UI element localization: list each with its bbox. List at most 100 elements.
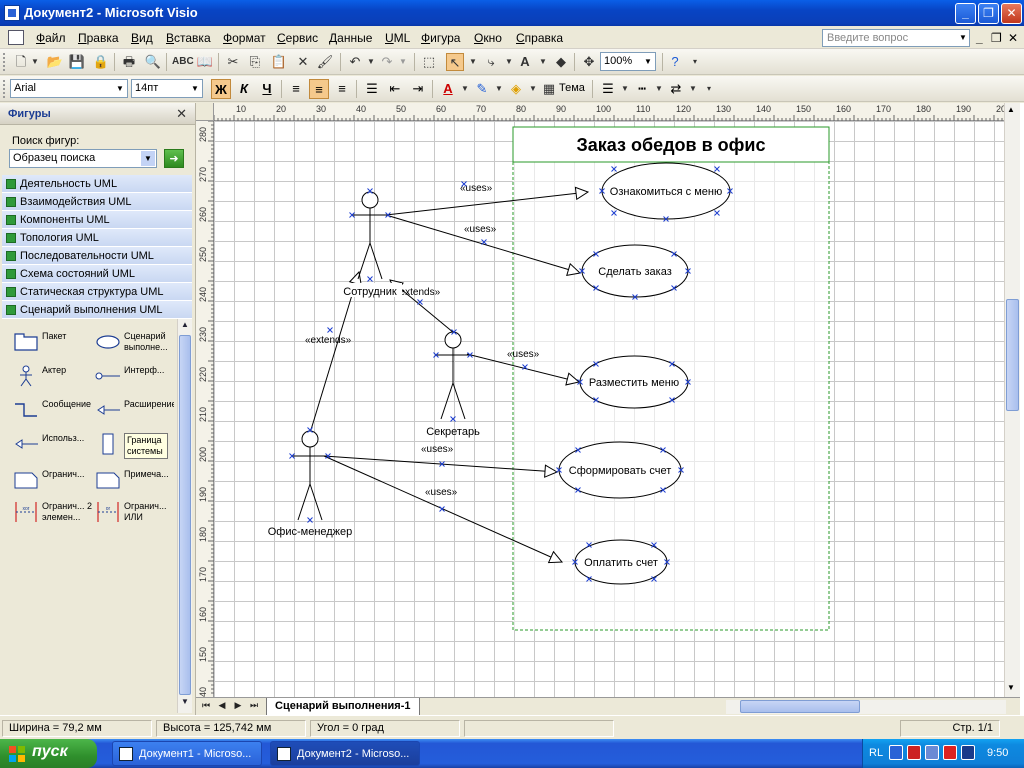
- master-actor[interactable]: Актер: [6, 361, 92, 391]
- shapes-scrollbar[interactable]: ▲ ▼: [177, 319, 192, 713]
- stencil-collaboration[interactable]: Взаимодействия UML: [2, 193, 192, 211]
- underline-button[interactable]: Ч: [257, 79, 277, 99]
- theme-icon[interactable]: ▦: [540, 80, 558, 98]
- theme-button[interactable]: Тема: [559, 82, 585, 94]
- line-ends-icon[interactable]: ⇄: [666, 79, 686, 99]
- language-indicator[interactable]: RL: [869, 747, 883, 759]
- fill-color-icon[interactable]: ◈: [506, 79, 526, 99]
- master-interface[interactable]: Интерф...: [88, 361, 174, 391]
- master-package[interactable]: Пакет: [6, 327, 92, 357]
- page-tab[interactable]: Сценарий выполнения-1: [266, 698, 420, 716]
- chevron-down-icon[interactable]: ▼: [141, 151, 155, 166]
- menu-shape[interactable]: Фигура: [421, 31, 460, 45]
- master-uses[interactable]: Использ...: [6, 429, 92, 459]
- close-button[interactable]: ✕: [1001, 3, 1022, 24]
- format-painter-icon[interactable]: 🖌: [316, 53, 334, 71]
- align-center-icon[interactable]: ≡: [309, 79, 329, 99]
- font-color-icon[interactable]: A: [438, 79, 458, 99]
- font-size-select[interactable]: 14пт ▼: [131, 79, 203, 98]
- font-select[interactable]: Arial ▼: [10, 79, 128, 98]
- menu-view[interactable]: Вид: [131, 31, 153, 45]
- pan-zoom-icon[interactable]: ✥: [580, 53, 598, 71]
- prev-page-icon[interactable]: ◀: [216, 700, 228, 714]
- display-icon[interactable]: [925, 745, 939, 760]
- use-case-diagram[interactable]: Заказ обедов в офис Ознакомиться с меню …: [214, 121, 1004, 697]
- master-constraint-or[interactable]: or Огранич... ИЛИ: [88, 497, 174, 527]
- cut-icon[interactable]: ✂: [224, 53, 242, 71]
- master-constraint-2[interactable]: xor Огранич... 2 элемен...: [6, 497, 92, 527]
- first-page-icon[interactable]: ⏮: [200, 700, 212, 714]
- security-shield-icon[interactable]: [907, 745, 921, 760]
- stencil-use-case[interactable]: Сценарий выполнения UML: [2, 301, 192, 319]
- master-message[interactable]: Сообщение: [6, 395, 92, 425]
- visio-app-icon[interactable]: [4, 5, 20, 21]
- horizontal-scrollbar[interactable]: [726, 700, 1006, 714]
- doc-minimize-button[interactable]: _: [976, 31, 983, 45]
- menu-uml[interactable]: UML: [385, 31, 410, 45]
- actor-manager[interactable]: Офис-менеджер: [268, 430, 353, 538]
- delete-icon[interactable]: ✕: [294, 53, 312, 71]
- doc-close-button[interactable]: ✕: [1008, 31, 1018, 45]
- menu-file[interactable]: Файл: [36, 31, 66, 45]
- stencil-statechart[interactable]: Схема состояний UML: [2, 265, 192, 283]
- last-page-icon[interactable]: ⏭: [248, 700, 260, 714]
- scroll-down-icon[interactable]: ▼: [179, 697, 191, 711]
- zoom-select[interactable]: 100% ▼: [600, 52, 656, 71]
- toolbar-options-icon[interactable]: ▾: [686, 53, 704, 71]
- chevron-down-icon[interactable]: ▼: [189, 81, 201, 96]
- vertical-scrollbar[interactable]: ▲ ▼: [1004, 103, 1020, 697]
- stencil-component[interactable]: Компоненты UML: [2, 211, 192, 229]
- line-pattern-icon[interactable]: ┅: [632, 79, 652, 99]
- stencil-static-structure[interactable]: Статическая структура UML: [2, 283, 192, 301]
- line-weight-icon[interactable]: ☰: [598, 79, 618, 99]
- toolbar-grip[interactable]: [3, 80, 6, 98]
- use-case-uc1[interactable]: Ознакомиться с меню: [601, 162, 731, 220]
- actor-secretary[interactable]: Секретарь: [426, 331, 480, 438]
- antivirus-icon[interactable]: [943, 745, 957, 760]
- chevron-down-icon[interactable]: ▼: [114, 81, 126, 96]
- stencil-sequence[interactable]: Последовательности UML: [2, 247, 192, 265]
- save-icon[interactable]: 💾: [68, 53, 86, 71]
- close-icon[interactable]: ✕: [176, 106, 187, 122]
- spelling-icon[interactable]: ABC: [172, 53, 194, 71]
- shapes-window-icon[interactable]: ⬚: [420, 53, 438, 71]
- stencil-activity[interactable]: Деятельность UML: [2, 175, 192, 193]
- scroll-up-icon[interactable]: ▲: [1007, 105, 1015, 114]
- help-search-input[interactable]: Введите вопрос ▼: [822, 29, 970, 47]
- research-icon[interactable]: 📖: [196, 53, 214, 71]
- menu-data[interactable]: Данные: [329, 31, 372, 45]
- bold-button[interactable]: Ж: [211, 79, 231, 99]
- master-note[interactable]: Примеча...: [88, 465, 174, 495]
- menu-format[interactable]: Формат: [223, 31, 266, 45]
- menu-help[interactable]: Справка: [516, 31, 563, 45]
- permission-icon[interactable]: 🔒: [92, 53, 110, 71]
- task-document2[interactable]: Документ2 - Microso...: [270, 741, 420, 766]
- master-extends[interactable]: Расширение: [88, 395, 174, 425]
- open-icon[interactable]: 📂: [46, 53, 64, 71]
- start-button[interactable]: пуск: [0, 739, 97, 768]
- stencil-deployment[interactable]: Топология UML: [2, 229, 192, 247]
- search-go-button[interactable]: ➜: [164, 149, 184, 168]
- menu-edit[interactable]: Правка: [78, 31, 119, 45]
- print-icon[interactable]: 🖶: [120, 53, 138, 71]
- next-page-icon[interactable]: ▶: [232, 700, 244, 714]
- menu-tools[interactable]: Сервис: [277, 31, 318, 45]
- italic-button[interactable]: К: [234, 79, 254, 99]
- pointer-tool-icon[interactable]: ↖: [446, 53, 464, 71]
- document-icon[interactable]: [8, 30, 24, 45]
- bullets-icon[interactable]: ☰: [362, 79, 382, 99]
- chevron-down-icon[interactable]: ▼: [957, 30, 969, 46]
- master-use-case[interactable]: Сценарий выполне...: [88, 327, 174, 357]
- decrease-indent-icon[interactable]: ⇤: [385, 79, 405, 99]
- doc-restore-button[interactable]: ❐: [991, 31, 1002, 45]
- scroll-thumb[interactable]: [1006, 299, 1019, 411]
- toolbar-options-icon[interactable]: ▾: [700, 80, 718, 98]
- toolbar-grip[interactable]: [3, 53, 6, 71]
- master-constraint[interactable]: Огранич...: [6, 465, 92, 495]
- stamp-tool-icon[interactable]: ◆: [552, 53, 570, 71]
- scroll-down-icon[interactable]: ▼: [1007, 683, 1015, 692]
- app-tray-icon[interactable]: [961, 745, 975, 760]
- chevron-down-icon[interactable]: ▼: [464, 53, 482, 71]
- menu-insert[interactable]: Вставка: [166, 31, 211, 45]
- drawing-canvas[interactable]: Заказ обедов в офис Ознакомиться с меню …: [214, 121, 1004, 697]
